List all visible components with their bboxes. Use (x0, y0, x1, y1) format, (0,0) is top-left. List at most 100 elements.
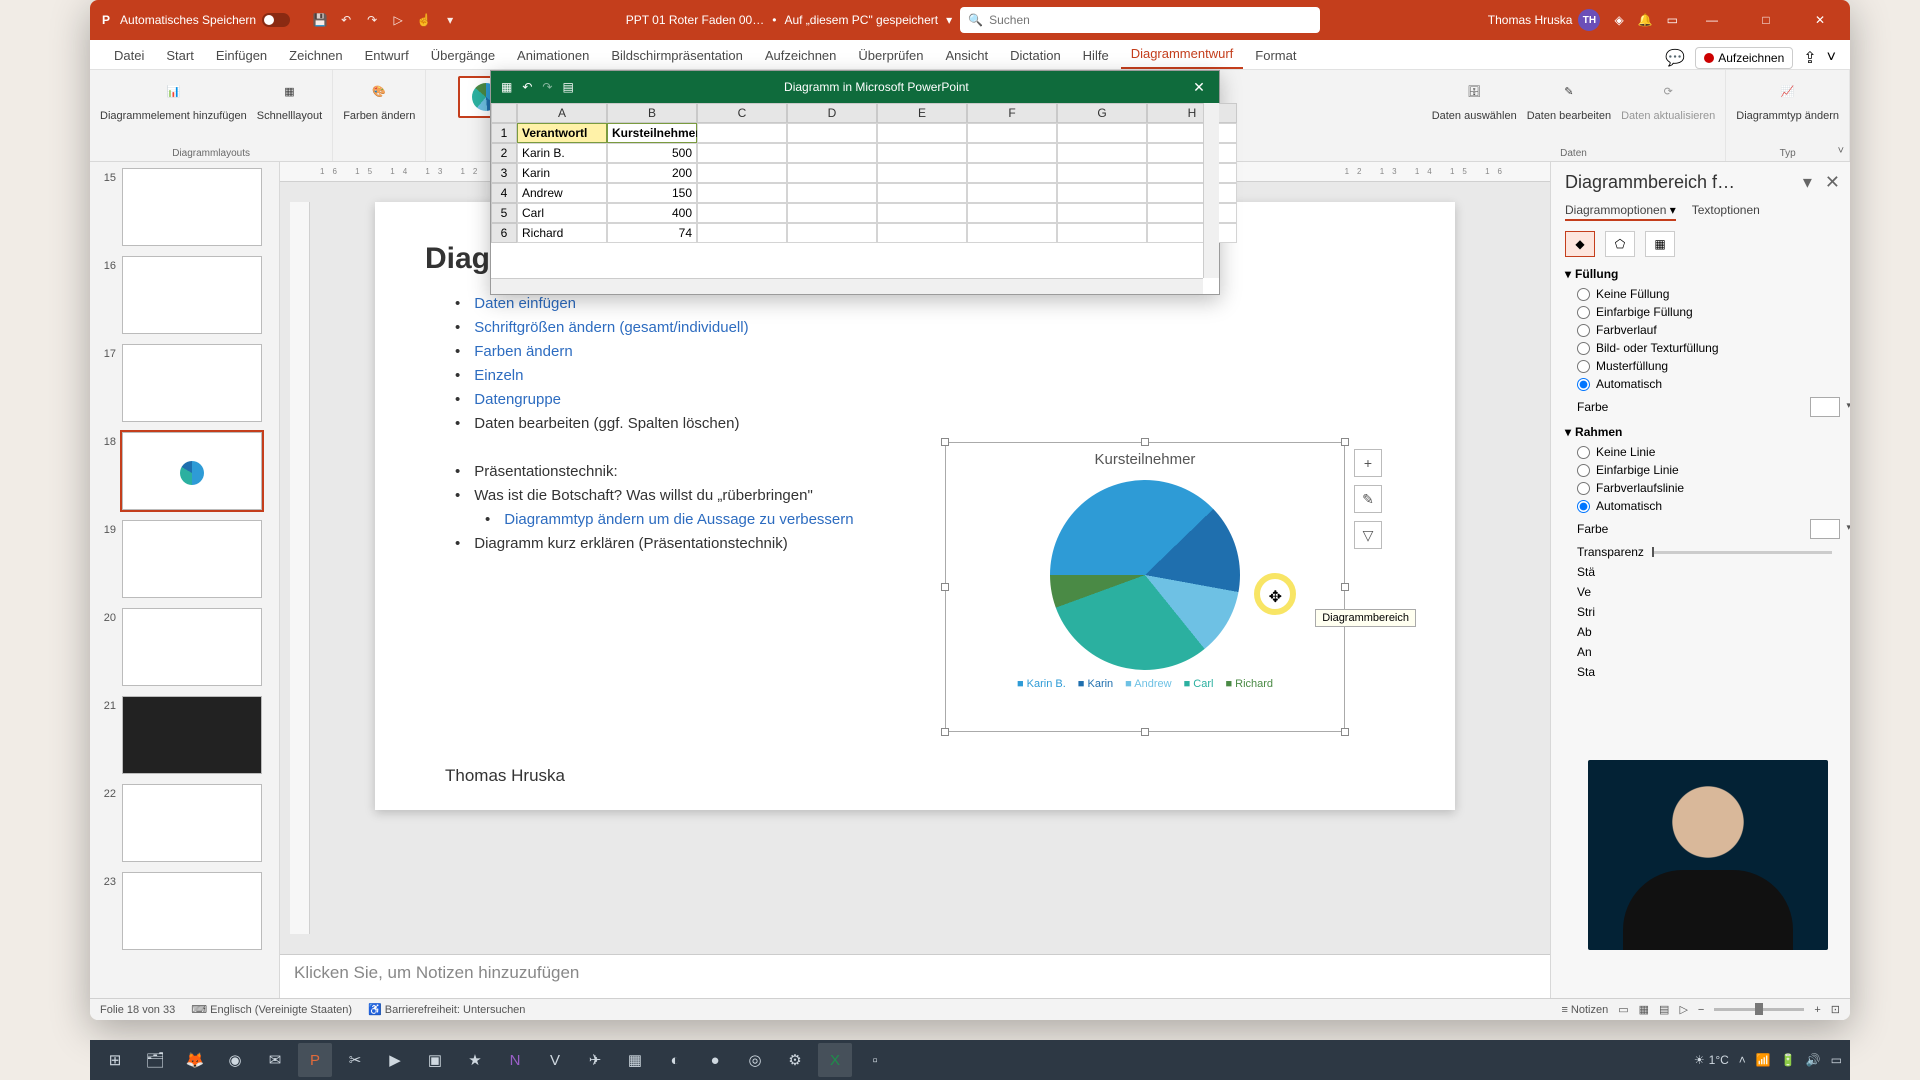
resize-handle[interactable] (1141, 728, 1149, 736)
slide-thumb[interactable] (122, 696, 262, 774)
quick-layout-button[interactable]: ▦Schnelllayout (257, 76, 322, 122)
maximize-button[interactable]: □ (1746, 0, 1786, 40)
row-header[interactable]: 5 (491, 203, 517, 223)
legend-item[interactable]: Karin (1078, 678, 1113, 690)
start-button[interactable]: ⊞ (98, 1043, 132, 1077)
tab-format[interactable]: Format (1245, 42, 1306, 69)
tab-zeichnen[interactable]: Zeichnen (279, 42, 352, 69)
change-chart-type-button[interactable]: 📈Diagrammtyp ändern (1736, 76, 1839, 122)
row-header[interactable]: 2 (491, 143, 517, 163)
slide-thumb[interactable] (122, 344, 262, 422)
slide-thumb[interactable] (122, 168, 262, 246)
line-auto-radio[interactable]: Automatisch (1577, 499, 1840, 513)
legend-item[interactable]: Richard (1225, 678, 1273, 690)
cell[interactable]: 74 (607, 223, 697, 243)
app-icon[interactable]: ● (698, 1043, 732, 1077)
resize-handle[interactable] (941, 583, 949, 591)
search-box[interactable]: 🔍 (960, 7, 1320, 33)
change-colors-button[interactable]: 🎨Farben ändern (343, 76, 415, 122)
resize-handle[interactable] (1141, 438, 1149, 446)
select-data-button[interactable]: 🗄Daten auswählen (1432, 76, 1517, 122)
fill-gradient-radio[interactable]: Farbverlauf (1577, 323, 1840, 337)
tray-chevron-icon[interactable]: ˄ (1739, 1053, 1746, 1067)
tab-animationen[interactable]: Animationen (507, 42, 599, 69)
slide-counter[interactable]: Folie 18 von 33 (100, 1004, 175, 1016)
diamond-icon[interactable]: ◈ (1614, 13, 1623, 27)
language-status[interactable]: ⌨ Englisch (Vereinigte Staaten) (191, 1003, 352, 1016)
cell[interactable]: 500 (607, 143, 697, 163)
cell[interactable]: 400 (607, 203, 697, 223)
app-icon[interactable]: ▣ (418, 1043, 452, 1077)
cell[interactable]: Richard (517, 223, 607, 243)
legend-item[interactable]: Andrew (1125, 678, 1171, 690)
window-icon[interactable]: ▭ (1667, 13, 1678, 27)
col-header[interactable]: G (1057, 103, 1147, 123)
slide-thumb[interactable] (122, 256, 262, 334)
vlc-icon[interactable]: ▶ (378, 1043, 412, 1077)
search-input[interactable] (989, 13, 1312, 27)
fill-line-icon[interactable]: ◆ (1565, 231, 1595, 257)
cell[interactable]: 200 (607, 163, 697, 183)
slide-thumb-selected[interactable] (122, 432, 262, 510)
explorer-icon[interactable]: 🗂 (138, 1043, 172, 1077)
effects-icon[interactable]: ⬠ (1605, 231, 1635, 257)
powerpoint-icon[interactable]: P (298, 1043, 332, 1077)
line-none-radio[interactable]: Keine Linie (1577, 445, 1840, 459)
undo-icon[interactable]: ↶ (338, 12, 354, 28)
fill-pattern-radio[interactable]: Musterfüllung (1577, 359, 1840, 373)
transparency-slider[interactable] (1652, 551, 1832, 554)
tab-ueberpruefen[interactable]: Überprüfen (848, 42, 933, 69)
excel-scrollbar-h[interactable] (491, 278, 1203, 294)
fill-picture-radio[interactable]: Bild- oder Texturfüllung (1577, 341, 1840, 355)
app-icon[interactable]: ◎ (738, 1043, 772, 1077)
ribbon-collapse-icon[interactable]: ˅ (1827, 49, 1836, 67)
legend-item[interactable]: Karin B. (1017, 678, 1066, 690)
tab-datei[interactable]: Datei (104, 42, 154, 69)
fill-color-picker[interactable] (1810, 397, 1840, 417)
zoom-out-icon[interactable]: − (1698, 1004, 1704, 1016)
col-header[interactable]: E (877, 103, 967, 123)
close-button[interactable]: ✕ (1800, 0, 1840, 40)
firefox-icon[interactable]: 🦊 (178, 1043, 212, 1077)
add-chart-element-button[interactable]: 📊Diagrammelement hinzufügen (100, 76, 247, 122)
share-icon[interactable]: ⇪ (1803, 48, 1816, 68)
app-icon[interactable]: ★ (458, 1043, 492, 1077)
notes-pane[interactable]: Klicken Sie, um Notizen hinzuzufügen (280, 954, 1550, 998)
pane-close-icon[interactable]: ✕ (1825, 172, 1840, 192)
chart-options-tab[interactable]: Diagrammoptionen ▾ (1565, 203, 1676, 221)
tab-diagrammentwurf[interactable]: Diagrammentwurf (1121, 40, 1244, 69)
ribbon-chevron-icon[interactable]: ˅ (1838, 145, 1844, 157)
zoom-in-icon[interactable]: + (1814, 1004, 1820, 1016)
legend-item[interactable]: Carl (1184, 678, 1214, 690)
border-section-header[interactable]: ▾ Rahmen (1565, 425, 1840, 439)
chart-legend[interactable]: Karin B. Karin Andrew Carl Richard (946, 678, 1344, 690)
view-slideshow-icon[interactable]: ▷ (1679, 1003, 1687, 1016)
line-solid-radio[interactable]: Einfarbige Linie (1577, 463, 1840, 477)
tab-entwurf[interactable]: Entwurf (355, 42, 419, 69)
tab-aufzeichnen[interactable]: Aufzeichnen (755, 42, 847, 69)
line-gradient-radio[interactable]: Farbverlaufslinie (1577, 481, 1840, 495)
cell[interactable]: Carl (517, 203, 607, 223)
app-icon[interactable]: ▫ (858, 1043, 892, 1077)
notes-toggle[interactable]: ≡ Notizen (1561, 1004, 1608, 1016)
slideshow-icon[interactable]: ▷ (390, 12, 406, 28)
resize-handle[interactable] (1341, 438, 1349, 446)
pane-dropdown-icon[interactable]: ▾ (1803, 172, 1812, 192)
edit-data-button[interactable]: ✎Daten bearbeiten (1527, 76, 1611, 122)
cell[interactable]: 150 (607, 183, 697, 203)
cell[interactable]: Kursteilnehmer (607, 123, 697, 143)
snip-icon[interactable]: ✂ (338, 1043, 372, 1077)
redo-icon[interactable]: ↷ (364, 12, 380, 28)
chart-filter-icon[interactable]: ▽ (1354, 521, 1382, 549)
line-color-picker[interactable] (1810, 519, 1840, 539)
excel-redo-icon[interactable]: ↷ (542, 80, 552, 94)
user-account[interactable]: Thomas Hruska TH (1488, 9, 1601, 31)
app-icon[interactable]: ▦ (618, 1043, 652, 1077)
size-props-icon[interactable]: ▦ (1645, 231, 1675, 257)
excel-scrollbar-v[interactable] (1203, 103, 1219, 278)
excel-close-button[interactable]: ✕ (1179, 79, 1219, 96)
zoom-slider[interactable] (1714, 1008, 1804, 1011)
tab-hilfe[interactable]: Hilfe (1073, 42, 1119, 69)
refresh-data-button[interactable]: ⟳Daten aktualisieren (1621, 76, 1715, 122)
resize-handle[interactable] (1341, 583, 1349, 591)
